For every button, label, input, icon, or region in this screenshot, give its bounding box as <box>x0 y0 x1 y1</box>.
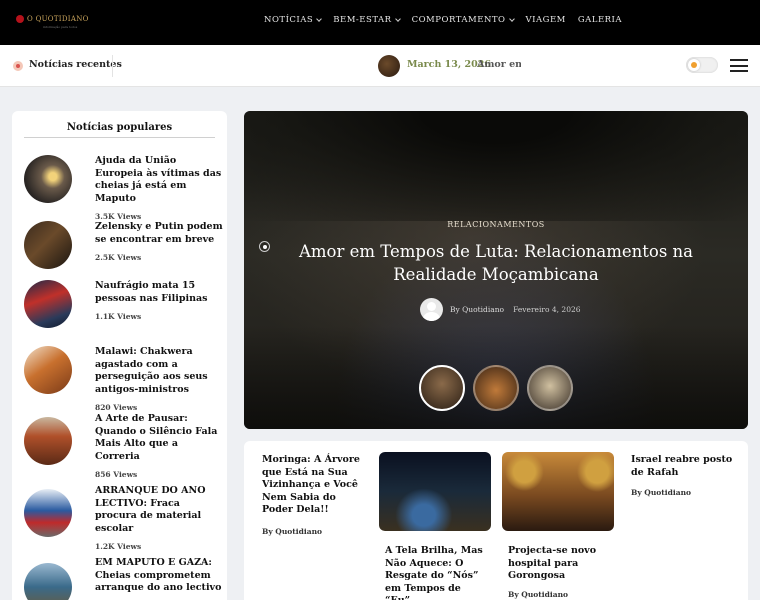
hero-author[interactable]: By Quotidiano <box>450 305 504 314</box>
list-item[interactable]: A Arte de Pausar: Quando o Silêncio Fala… <box>24 413 219 479</box>
list-item[interactable]: Naufrágio mata 15 pessoas nas Filipinas … <box>24 280 219 335</box>
chevron-down-icon <box>316 15 323 22</box>
hero-category[interactable]: RELACIONAMENTOS <box>244 220 748 229</box>
nav-label: GALERIA <box>577 15 623 25</box>
article-author[interactable]: By Quotidiano <box>508 590 568 599</box>
article-headline[interactable]: Naufrágio mata 15 pessoas nas Filipinas <box>95 280 225 305</box>
list-item[interactable]: Zelensky e Putin podem se encontrar em b… <box>24 221 223 276</box>
hero-image-canopy <box>244 111 748 221</box>
ticker-thumbnail[interactable] <box>378 55 400 77</box>
chevron-down-icon <box>508 15 515 22</box>
nav-item-viagem[interactable]: VIAGEM <box>526 15 566 25</box>
live-dot-icon <box>13 61 23 71</box>
list-item[interactable]: Malawi: Chakwera agastado com a persegui… <box>24 346 219 412</box>
nav-item-bem-estar[interactable]: BEM-ESTAR <box>333 15 401 25</box>
divider <box>112 55 113 77</box>
article-thumbnail[interactable] <box>24 489 72 537</box>
list-item[interactable]: Ajuda da União Europeia às vítimas das c… <box>24 155 221 221</box>
view-count: 1.2K Views <box>95 542 142 551</box>
list-item[interactable]: ARRANQUE DO ANO LECTIVO: Fraca procura d… <box>24 485 219 551</box>
nav-item-comportamento[interactable]: COMPORTAMENTO <box>411 15 515 25</box>
article-headline[interactable]: ARRANQUE DO ANO LECTIVO: Fraca procura d… <box>95 485 225 535</box>
article-headline[interactable]: Malawi: Chakwera agastado com a persegui… <box>95 346 225 396</box>
article-headline[interactable]: A Arte de Pausar: Quando o Silêncio Fala… <box>95 413 225 463</box>
list-item[interactable]: EM MAPUTO E GAZA: Cheias comprometem arr… <box>24 557 221 600</box>
article-image[interactable] <box>379 452 491 531</box>
logo-mark-icon <box>16 15 24 23</box>
article-image[interactable] <box>502 452 614 531</box>
sidebar-title: Notícias populares <box>24 122 215 138</box>
article-headline[interactable]: EM MAPUTO E GAZA: Cheias comprometem arr… <box>95 557 225 595</box>
sun-icon <box>688 59 700 71</box>
nav-label: BEM-ESTAR <box>333 15 392 25</box>
view-count: 856 Views <box>95 470 138 479</box>
article-author[interactable]: By Quotidiano <box>631 488 691 497</box>
nav-label: NOTÍCIAS <box>264 15 314 25</box>
article-grid: Moringa: A Árvore que Está na Sua Vizinh… <box>244 441 748 600</box>
slide-thumbnail[interactable] <box>419 365 465 411</box>
article-thumbnail[interactable] <box>24 346 72 394</box>
popular-news-sidebar: Notícias populares Ajuda da União Europe… <box>12 111 227 600</box>
article-headline[interactable]: A Tela Brilha, Mas Não Aquece: O Resgate… <box>385 545 489 600</box>
nav-label: VIAGEM <box>525 15 566 25</box>
article-author[interactable]: By Quotidiano <box>262 527 322 536</box>
slider-thumbnails <box>419 365 579 411</box>
article-headline[interactable]: Projecta-se novo hospital para Gorongosa <box>508 545 608 583</box>
article-headline[interactable]: Zelensky e Putin podem se encontrar em b… <box>95 221 225 246</box>
nav-label: COMPORTAMENTO <box>411 15 506 25</box>
article-thumbnail[interactable] <box>24 221 72 269</box>
menu-hamburger-icon[interactable] <box>730 59 748 72</box>
site-logo[interactable]: O QUOTIDIANO informação para todos <box>16 15 89 29</box>
view-count: 820 Views <box>95 403 138 412</box>
ticker-headline[interactable]: Amor em T <box>477 59 521 70</box>
slide-thumbnail[interactable] <box>527 365 573 411</box>
main-nav: NOTÍCIAS BEM-ESTAR COMPORTAMENTO VIAGEM … <box>264 15 634 25</box>
view-count: 2.5K Views <box>95 253 142 262</box>
ticker-label: Notícias recentes <box>29 59 122 70</box>
hero-meta: By Quotidiano Fevereiro 4, 2026 <box>420 298 581 321</box>
logo-text: O QUOTIDIANO <box>27 15 89 23</box>
article-thumbnail[interactable] <box>24 417 72 465</box>
dark-mode-toggle[interactable] <box>686 57 718 73</box>
view-count: 1.1K Views <box>95 312 142 321</box>
article-headline[interactable]: Moringa: A Árvore que Está na Sua Vizinh… <box>262 454 366 517</box>
logo-tagline: informação para todos <box>43 25 78 29</box>
avatar <box>420 298 443 321</box>
top-navbar: O QUOTIDIANO informação para todos NOTÍC… <box>0 0 760 45</box>
nav-item-noticias[interactable]: NOTÍCIAS <box>264 15 323 25</box>
news-ticker-bar: Notícias recentes March 13, 2026 Amor em… <box>0 45 760 87</box>
hero-slider[interactable]: RELACIONAMENTOS Amor em Tempos de Luta: … <box>244 111 748 429</box>
article-thumbnail[interactable] <box>24 280 72 328</box>
hero-date: Fevereiro 4, 2026 <box>513 305 581 314</box>
article-thumbnail[interactable] <box>24 155 72 203</box>
article-thumbnail[interactable] <box>24 563 72 600</box>
article-headline[interactable]: Ajuda da União Europeia às vítimas das c… <box>95 155 225 205</box>
hero-title[interactable]: Amor em Tempos de Luta: Relacionamentos … <box>294 240 698 286</box>
nav-item-galeria[interactable]: GALERIA <box>578 15 622 25</box>
article-headline[interactable]: Israel reabre posto de Rafah <box>631 454 739 479</box>
slider-bullet-icon[interactable] <box>259 241 270 252</box>
chevron-down-icon <box>394 15 401 22</box>
view-count: 3.5K Views <box>95 212 142 221</box>
slide-thumbnail[interactable] <box>473 365 519 411</box>
